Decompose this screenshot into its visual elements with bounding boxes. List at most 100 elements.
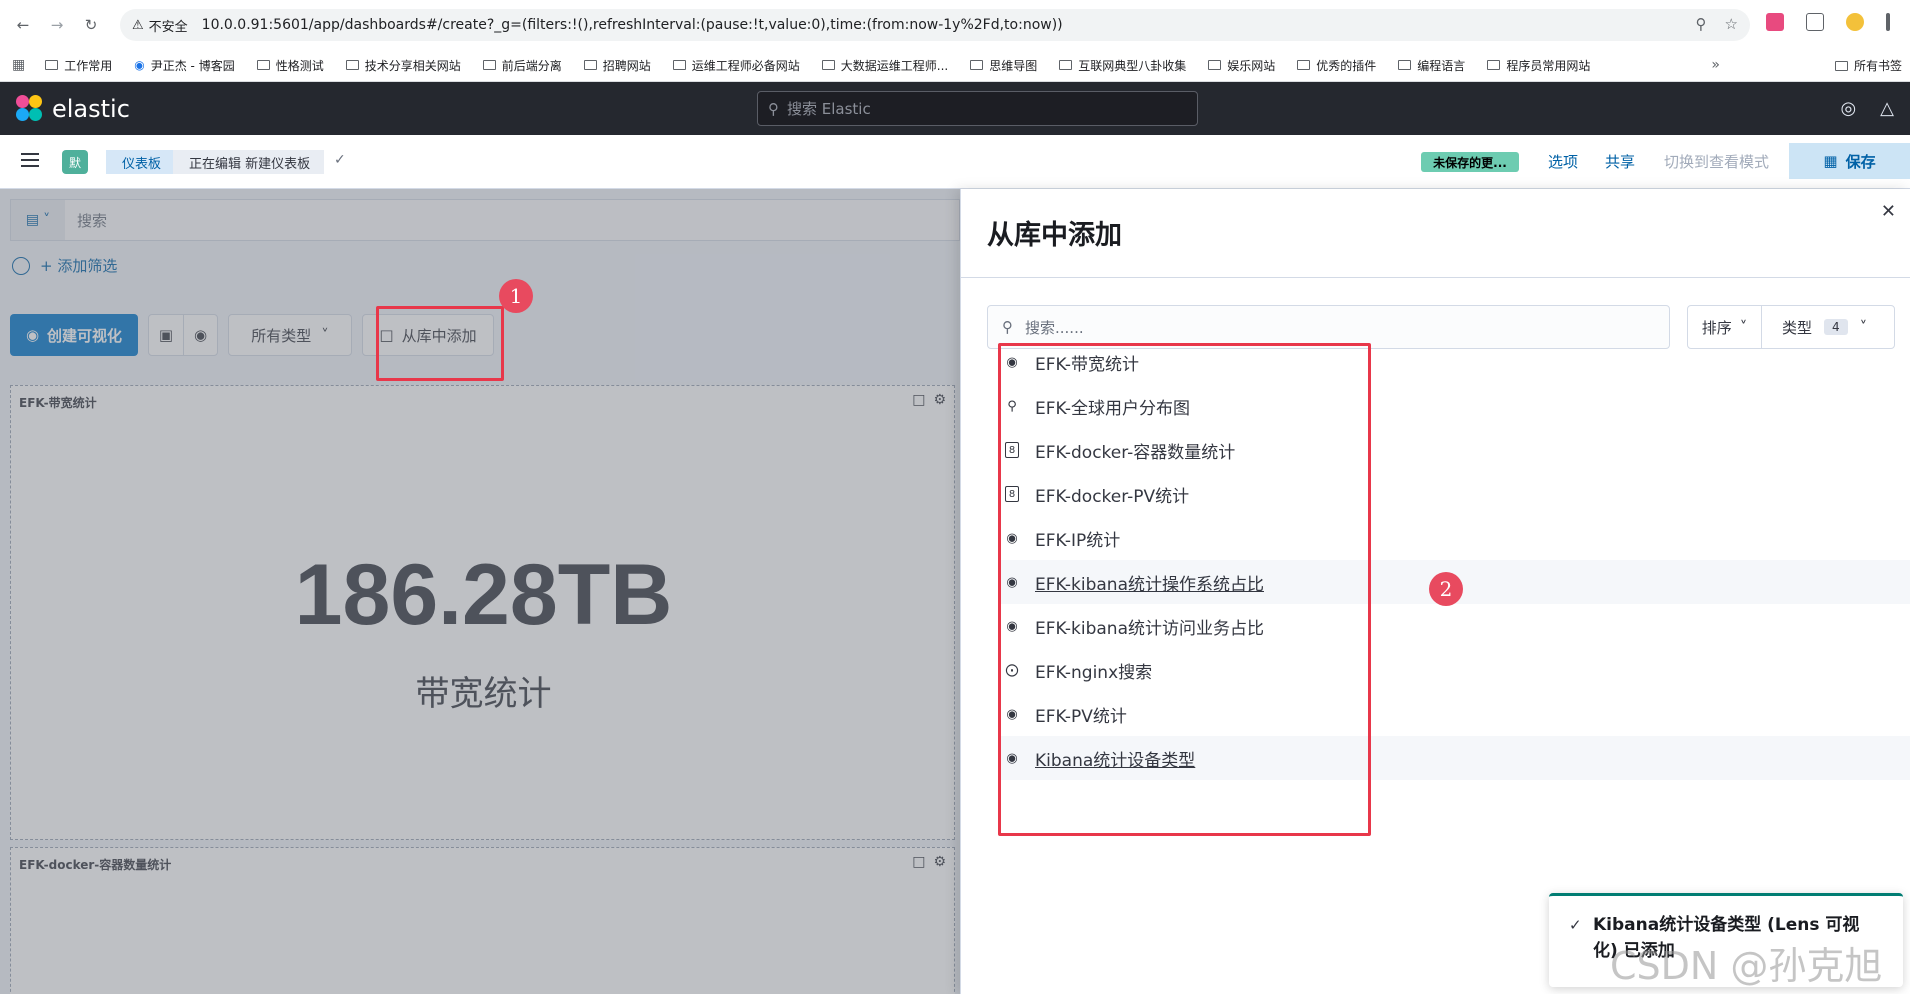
elastic-logo[interactable]: elastic (16, 95, 130, 123)
query-bar: ▤ ˅ 搜索 (10, 199, 960, 241)
blog-icon: ◉ (134, 58, 145, 72)
apps-grid-icon[interactable]: ▦ (12, 57, 25, 73)
bookmarks-overflow[interactable]: » (1711, 57, 1720, 73)
search-icon: ⚲ (768, 99, 779, 118)
divider (961, 277, 1910, 278)
search-icon: ⚲ (1002, 318, 1013, 336)
user-menu-icon[interactable]: △ (1880, 98, 1894, 119)
flyout-title: 从库中添加 (987, 220, 1122, 251)
create-visualization-button[interactable]: ◉ 创建可视化 (10, 314, 138, 356)
quick-create-group: ▣ ◉ (148, 314, 218, 356)
step-badge: 1 (499, 279, 533, 313)
highlight-box (376, 306, 504, 381)
forward-icon[interactable]: → (46, 14, 68, 36)
browser-toolbar: ← → ↻ ⚠ 不安全 10.0.0.91:5601/app/dashboards… (0, 0, 1910, 49)
global-search-input[interactable]: ⚲ 搜索 Elastic (757, 91, 1198, 126)
back-icon[interactable]: ← (12, 14, 34, 36)
add-filter-row: + 添加筛选 (12, 255, 117, 276)
folder-icon (672, 60, 686, 70)
folder-icon (583, 60, 597, 70)
extension-icon[interactable] (1766, 13, 1784, 31)
folder-icon (45, 60, 59, 70)
folder-icon (821, 60, 835, 70)
filter-icon[interactable] (12, 256, 30, 275)
all-bookmarks[interactable]: 所有书签 (1834, 57, 1902, 74)
chevron-down-icon: ˅ (1859, 318, 1868, 336)
profile-icon[interactable] (1846, 13, 1864, 31)
step-badge: 2 (1429, 572, 1463, 606)
folder-icon (482, 60, 496, 70)
save-icon: ▦ (1823, 152, 1838, 170)
folder-icon (1398, 60, 1412, 70)
folder-icon (1297, 60, 1311, 70)
bookmark-item[interactable]: 技术分享相关网站 (345, 57, 461, 74)
folder-icon (345, 60, 359, 70)
lens-icon: ◉ (25, 326, 40, 344)
folder-icon (1834, 60, 1848, 71)
chevron-down-icon: ˅ (1739, 318, 1748, 336)
address-bar[interactable]: ⚠ 不安全 10.0.0.91:5601/app/dashboards#/crea… (120, 9, 1750, 41)
highlight-box (998, 343, 1371, 836)
bookmark-item[interactable]: 前后端分离 (482, 57, 562, 74)
bookmark-item[interactable]: 运维工程师必备网站 (672, 57, 800, 74)
folder-icon (1208, 60, 1222, 70)
folder-icon (256, 60, 270, 70)
bookmark-item[interactable]: 大数据运维工程师... (821, 57, 948, 74)
breadcrumb-dashboards[interactable]: 仪表板 (106, 150, 178, 174)
help-icon[interactable]: ◎ (1840, 98, 1856, 119)
bookmark-star-icon[interactable]: ☆ (1725, 15, 1738, 33)
add-filter-button[interactable]: + 添加筛选 (40, 255, 117, 276)
bookmark-item[interactable]: 编程语言 (1398, 57, 1465, 74)
zoom-icon[interactable]: ⚲ (1696, 15, 1707, 33)
bookmark-item[interactable]: 娱乐网站 (1208, 57, 1275, 74)
unsaved-changes-badge: 未保存的更... (1421, 152, 1519, 172)
panel-docker-containers[interactable]: EFK-docker-容器数量统计 □ ⚙ (10, 847, 955, 994)
breadcrumb-current: 正在编辑 新建仪表板 (173, 150, 325, 174)
bookmark-item[interactable]: 优秀的插件 (1297, 57, 1376, 74)
check-icon: ✓ (1569, 916, 1582, 934)
switch-view-mode-link[interactable]: 切换到查看模式 (1664, 151, 1769, 172)
menu-dots-icon[interactable] (1886, 13, 1890, 31)
share-link[interactable]: 共享 (1605, 151, 1635, 172)
chevron-down-icon: ˅ (43, 212, 51, 228)
chevron-down-icon[interactable]: ✓ (334, 152, 346, 168)
menu-toggle-icon[interactable] (21, 153, 39, 167)
markdown-icon[interactable]: ▣ (149, 315, 183, 355)
url-text[interactable]: 10.0.0.91:5601/app/dashboards#/create?_g… (202, 17, 1063, 33)
bookmark-item[interactable]: 招聘网站 (583, 57, 651, 74)
save-button[interactable]: ▦ 保存 (1789, 143, 1910, 179)
all-types-dropdown[interactable]: 所有类型 ˅ (228, 314, 352, 356)
reload-icon[interactable]: ↻ (80, 14, 102, 36)
close-icon[interactable]: ✕ (1881, 201, 1896, 222)
puzzle-icon[interactable] (1806, 13, 1824, 31)
panel-title: EFK-docker-容器数量统计 (19, 858, 172, 872)
folder-icon[interactable]: □ (912, 392, 925, 408)
type-count-badge: 4 (1824, 319, 1848, 335)
bookmark-item[interactable]: 程序员常用网站 (1487, 57, 1590, 74)
saved-query-icon: ▤ (25, 212, 40, 228)
gear-icon[interactable]: ⚙ (933, 392, 946, 408)
gear-icon[interactable]: ⚙ (933, 854, 946, 870)
bookmark-item[interactable]: 互联网典型八卦收集 (1059, 57, 1186, 74)
security-indicator[interactable]: ⚠ 不安全 (132, 16, 188, 35)
saved-query-button[interactable]: ▤ ˅ (11, 200, 65, 240)
options-link[interactable]: 选项 (1548, 151, 1578, 172)
bookmark-item[interactable]: ◉ 尹正杰 - 博客园 (134, 57, 234, 74)
folder-icon (970, 60, 984, 70)
elastic-logo-icon (16, 95, 44, 123)
bookmarks-bar: ▦ 工作常用 ◉ 尹正杰 - 博客园 性格测试 技术分享相关网站 前后端分离 招聘… (0, 49, 1910, 82)
watermark: CSDN @孙克旭 (1610, 944, 1883, 988)
metric-value: 186.28TB (294, 547, 673, 643)
query-input[interactable]: 搜索 (65, 210, 107, 231)
bookmark-item[interactable]: 思维导图 (970, 57, 1037, 74)
bookmark-item[interactable]: 性格测试 (256, 57, 324, 74)
warning-icon: ⚠ (132, 17, 144, 33)
bookmark-item[interactable]: 工作常用 (45, 57, 112, 74)
panel-bandwidth[interactable]: EFK-带宽统计 □ ⚙ 186.28TB 带宽统计 (10, 385, 955, 840)
map-icon[interactable]: ◉ (183, 315, 217, 355)
folder-icon (1059, 60, 1073, 70)
chevron-down-icon: ˅ (321, 326, 329, 344)
panel-title: EFK-带宽统计 (19, 396, 97, 410)
folder-icon[interactable]: □ (912, 854, 925, 870)
space-avatar[interactable]: 默 (62, 150, 88, 174)
